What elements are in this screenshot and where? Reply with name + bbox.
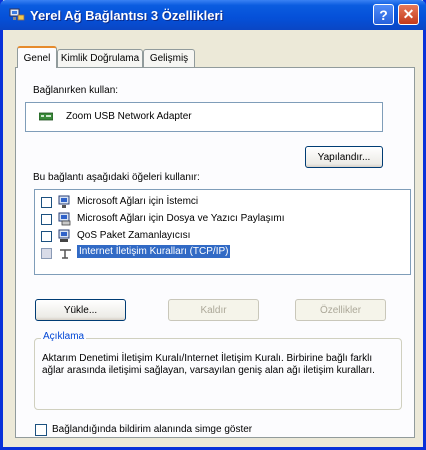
tab-advanced[interactable]: Gelişmiş [143,49,195,67]
configure-button[interactable]: Yapılandır... [305,146,383,168]
tab-general[interactable]: Genel [17,46,57,68]
component-checkbox[interactable] [41,197,52,208]
tab-authentication[interactable]: Kimlik Doğrulama [57,49,143,67]
protocol-icon [60,249,71,259]
network-connection-icon [9,8,25,21]
help-icon: ? [379,6,388,23]
adapter-name: Zoom USB Network Adapter [66,111,192,122]
uninstall-button[interactable]: Kaldır [168,299,259,321]
file-printer-sharing-icon [58,212,71,226]
description-group: Açıklama Aktarım Denetimi İletişim Kural… [34,331,402,410]
components-label: Bu bağlantı aşağıdaki öğeleri kullanır: [33,172,200,183]
list-item[interactable]: Microsoft Ağları için Dosya ve Yazıcı Pa… [41,211,401,228]
network-client-icon [58,195,70,208]
network-adapter-icon [39,112,53,121]
properties-button[interactable]: Özellikler [295,299,386,321]
list-item[interactable]: QoS Paket Zamanlayıcısı [41,228,401,245]
component-label: Microsoft Ağları için İstemci [77,196,199,207]
properties-dialog: Yerel Ağ Bağlantısı 3 Özellikleri ? ✕ Ge… [0,0,426,450]
show-icon-label: Bağlandığında bildirim alanında simge gö… [52,424,253,435]
list-item[interactable]: Internet İletişim Kuralları (TCP/IP) [41,245,401,262]
list-item[interactable]: Microsoft Ağları için İstemci [41,194,401,211]
component-label: Microsoft Ağları için Dosya ve Yazıcı Pa… [77,213,285,224]
connect-using-label: Bağlanırken kullan: [33,85,119,96]
qos-scheduler-icon [58,229,70,242]
install-button[interactable]: Yükle... [35,299,126,321]
component-checkbox[interactable] [41,248,52,259]
title-bar[interactable]: Yerel Ağ Bağlantısı 3 Özellikleri ? ✕ [0,0,426,30]
close-button[interactable]: ✕ [398,4,419,25]
description-text: Aktarım Denetimi İletişim Kuralı/Interne… [42,353,375,376]
component-checkbox[interactable] [41,214,52,225]
description-title: Açıklama [41,331,87,342]
close-icon: ✕ [402,6,415,22]
component-label: QoS Paket Zamanlayıcısı [77,230,191,241]
component-label: Internet İletişim Kuralları (TCP/IP) [77,245,231,258]
help-button[interactable]: ? [373,4,394,25]
components-list[interactable]: Microsoft Ağları için İstemci Microsoft … [34,189,411,275]
window-title: Yerel Ağ Bağlantısı 3 Özellikleri [30,8,224,23]
adapter-field: Zoom USB Network Adapter [25,102,383,132]
component-checkbox[interactable] [41,231,52,242]
show-icon-checkbox[interactable] [35,424,47,436]
